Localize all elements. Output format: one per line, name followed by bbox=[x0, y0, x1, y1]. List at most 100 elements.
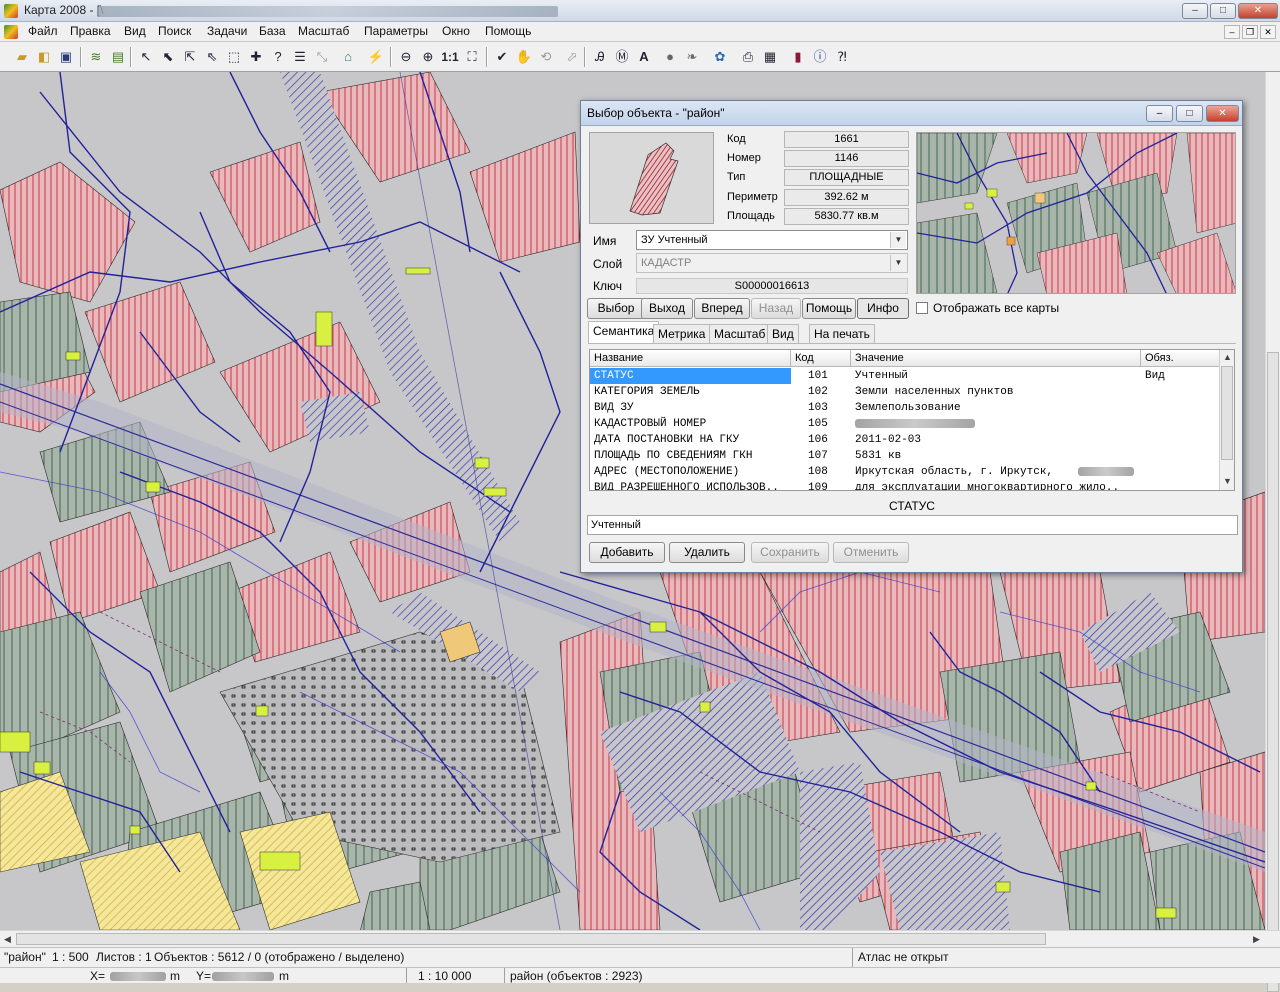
status-y-unit: m bbox=[279, 969, 289, 983]
menu-scale[interactable]: Масштаб bbox=[296, 24, 351, 38]
close-button[interactable]: ✕ bbox=[1238, 3, 1278, 19]
fit-extent-icon[interactable]: ⛶ bbox=[462, 47, 482, 67]
menu-view[interactable]: Вид bbox=[122, 24, 148, 38]
circle-icon[interactable]: ● bbox=[660, 47, 680, 67]
info-icon[interactable]: ⓘ bbox=[810, 47, 830, 67]
column-header-name[interactable]: Название bbox=[590, 350, 791, 367]
scroll-right-arrow-icon[interactable]: ▶ bbox=[1253, 934, 1260, 945]
tab-scale[interactable]: Масштаб bbox=[709, 324, 771, 344]
menu-help[interactable]: Помощь bbox=[483, 24, 533, 38]
horizontal-scroll-thumb[interactable] bbox=[16, 933, 1046, 945]
delete-button[interactable]: Удалить bbox=[669, 542, 745, 563]
info-button[interactable]: Инфо bbox=[857, 298, 909, 319]
attribute-value-input[interactable]: Учтенный bbox=[587, 515, 1238, 535]
mdi-restore-button[interactable]: ❐ bbox=[1242, 25, 1258, 39]
table-scroll-thumb[interactable] bbox=[1221, 366, 1233, 460]
tab-print[interactable]: На печать bbox=[809, 324, 875, 344]
cell-name: АДРЕС (МЕСТОПОЛОЖЕНИЕ) bbox=[594, 466, 740, 478]
tab-view[interactable]: Вид bbox=[767, 324, 799, 344]
menu-search[interactable]: Поиск bbox=[156, 24, 193, 38]
open-icon[interactable]: ▰ bbox=[12, 47, 32, 67]
select-plus-icon[interactable]: ✚ bbox=[246, 47, 266, 67]
vertical-scroll-thumb[interactable] bbox=[1267, 352, 1279, 992]
maximize-button[interactable]: □ bbox=[1210, 3, 1236, 19]
semantics-table[interactable]: Название Код Значение Обяз. СТАТУС 101 У… bbox=[589, 349, 1235, 491]
window-title: Карта 2008 - [\ bbox=[24, 3, 104, 17]
select-by-criteria-icon[interactable]: ⇖ bbox=[202, 47, 222, 67]
cursor-icon[interactable]: ⬀ bbox=[562, 47, 582, 67]
chevron-down-icon[interactable]: ▼ bbox=[890, 232, 906, 248]
select-pointer-icon[interactable]: ↖ bbox=[136, 47, 156, 67]
select-by-query-icon[interactable]: ⇱ bbox=[180, 47, 200, 67]
exit-button[interactable]: Выход bbox=[641, 298, 693, 319]
scroll-up-arrow-icon[interactable]: ▲ bbox=[1223, 352, 1232, 362]
status-objects: Объектов : 5612 / 0 (отображено / выделе… bbox=[154, 950, 405, 964]
menu-edit[interactable]: Правка bbox=[68, 24, 113, 38]
font-icon[interactable]: A bbox=[634, 47, 654, 67]
dialog-close-button[interactable]: ✕ bbox=[1206, 105, 1239, 122]
table-scrollbar[interactable]: ▲ ▼ bbox=[1219, 350, 1234, 490]
print-setup-icon[interactable]: ▦ bbox=[760, 47, 780, 67]
cell-code: 107 bbox=[808, 450, 828, 462]
leaf-icon[interactable]: ❧ bbox=[682, 47, 702, 67]
palette-icon[interactable]: ✿ bbox=[710, 47, 730, 67]
open-folder-icon[interactable]: ◧ bbox=[34, 47, 54, 67]
print-icon[interactable]: ⎙ bbox=[738, 47, 758, 67]
select-button[interactable]: Выбор bbox=[587, 298, 645, 319]
book-icon[interactable]: ▮ bbox=[788, 47, 808, 67]
save-icon[interactable]: ▣ bbox=[56, 47, 76, 67]
text-tool-icon[interactable]: Ꭿ bbox=[590, 47, 610, 67]
map-horizontal-scrollbar[interactable]: ◀ ▶ bbox=[0, 930, 1280, 947]
mdi-minimize-button[interactable]: – bbox=[1224, 25, 1240, 39]
map-vertical-scrollbar[interactable] bbox=[1265, 72, 1280, 992]
zoom-in-icon[interactable]: ⊕ bbox=[418, 47, 438, 67]
layer-settings-icon[interactable]: ▤ bbox=[108, 47, 128, 67]
select-area-icon[interactable]: ⬉ bbox=[158, 47, 178, 67]
menu-tasks[interactable]: Задачи bbox=[205, 24, 249, 38]
key-label: Ключ bbox=[593, 279, 622, 293]
select-frame-icon[interactable]: ⬚ bbox=[224, 47, 244, 67]
column-header-value[interactable]: Значение bbox=[851, 350, 1141, 367]
select-question-icon[interactable]: ? bbox=[268, 47, 288, 67]
menu-base[interactable]: База bbox=[257, 24, 288, 38]
measure-icon[interactable]: Ⓜ bbox=[612, 47, 632, 67]
layers-icon[interactable]: ≋ bbox=[86, 47, 106, 67]
column-header-required[interactable]: Обяз. bbox=[1141, 350, 1221, 367]
tab-metrics[interactable]: Метрика bbox=[653, 324, 711, 344]
column-header-code[interactable]: Код bbox=[791, 350, 851, 367]
mdi-close-button[interactable]: ✕ bbox=[1260, 25, 1276, 39]
scroll-down-arrow-icon[interactable]: ▼ bbox=[1223, 476, 1232, 486]
navigator-icon[interactable]: ⌂ bbox=[338, 47, 358, 67]
list-icon[interactable]: ☰ bbox=[290, 47, 310, 67]
dialog-title-bar[interactable]: Выбор объекта - "район" – □ ✕ bbox=[581, 101, 1242, 126]
zoom-out-icon[interactable]: ⊖ bbox=[396, 47, 416, 67]
cell-value: 5831 кв bbox=[855, 450, 902, 462]
tab-semantics[interactable]: Семантика bbox=[588, 321, 660, 344]
document-icon[interactable] bbox=[4, 25, 18, 39]
check-icon[interactable]: ✔ bbox=[492, 47, 512, 67]
dialog-maximize-button[interactable]: □ bbox=[1176, 105, 1203, 122]
menu-file[interactable]: Файл bbox=[26, 24, 60, 38]
scale-one-to-one-button[interactable]: 1:1 bbox=[440, 47, 460, 67]
lightning-icon[interactable]: ⚡ bbox=[366, 47, 386, 67]
rotate-icon[interactable]: ⟲ bbox=[536, 47, 556, 67]
scroll-left-arrow-icon[interactable]: ◀ bbox=[4, 934, 11, 945]
number-value: 1146 bbox=[784, 150, 909, 167]
hand-pan-icon[interactable]: ✋ bbox=[514, 47, 534, 67]
cell-value bbox=[851, 416, 1141, 432]
menu-parameters[interactable]: Параметры bbox=[362, 24, 430, 38]
help-button[interactable]: Помощь bbox=[802, 298, 856, 319]
status-view-scale: 1 : 10 000 bbox=[418, 969, 472, 983]
context-help-icon[interactable]: ⁈ bbox=[832, 47, 852, 67]
dialog-minimize-button[interactable]: – bbox=[1146, 105, 1173, 122]
minimize-button[interactable]: – bbox=[1182, 3, 1208, 19]
clear-selection-icon[interactable]: ⤡ bbox=[312, 47, 332, 67]
name-label: Имя bbox=[593, 234, 617, 248]
menu-window[interactable]: Окно bbox=[440, 24, 472, 38]
show-all-maps-checkbox[interactable] bbox=[916, 302, 928, 314]
cell-name: СТАТУС bbox=[590, 368, 791, 384]
name-select[interactable]: ЗУ Учтенный ▼ bbox=[636, 230, 908, 250]
cell-name: ДАТА ПОСТАНОВКИ НА ГКУ bbox=[594, 434, 740, 446]
forward-button[interactable]: Вперед bbox=[694, 298, 750, 319]
add-button[interactable]: Добавить bbox=[589, 542, 665, 563]
